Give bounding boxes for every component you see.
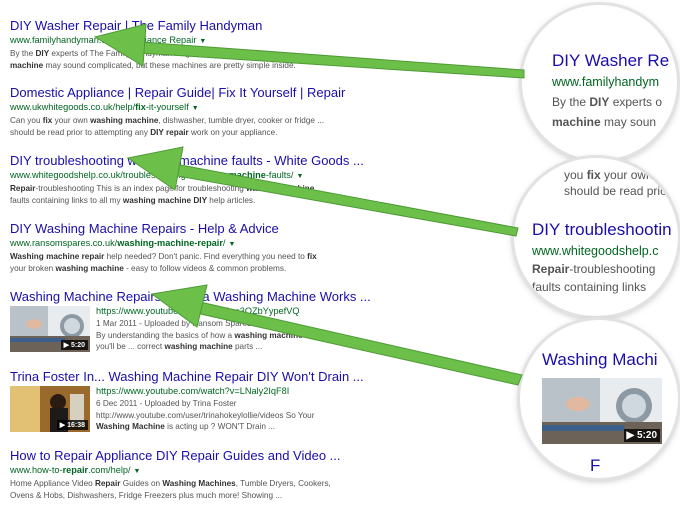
annotation-arrows xyxy=(93,23,525,386)
arrow-shaft-2 xyxy=(171,163,519,237)
arrow-head-1 xyxy=(93,23,147,67)
arrow-shaft-3 xyxy=(195,301,523,386)
arrow-icon xyxy=(93,23,525,79)
arrow-icon xyxy=(150,284,523,386)
arrow-head-3 xyxy=(150,284,208,328)
arrow-shaft-1 xyxy=(139,41,525,79)
arrow-icon xyxy=(126,146,519,237)
arrow-head-2 xyxy=(126,146,184,191)
